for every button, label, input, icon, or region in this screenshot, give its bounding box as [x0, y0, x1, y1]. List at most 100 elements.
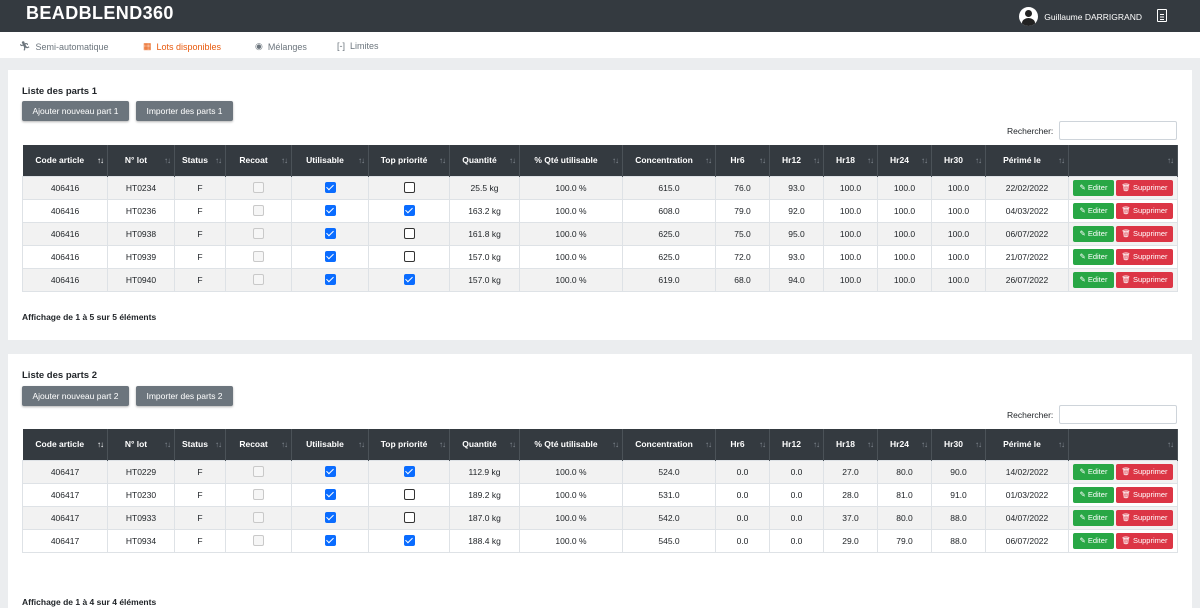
actions-cell: ✎ Editer 🗑︎ Supprimer — [1068, 221, 1178, 246]
column-header-concentration[interactable]: Concentration ↑↓ — [622, 429, 716, 460]
column-header-top-priorite[interactable]: Top priorité ↑↓ — [368, 429, 450, 460]
hr18-cell: 28.0 — [823, 482, 878, 507]
column-header-pct-qte-utilisable[interactable]: % Qté utilisable ↑↓ — [519, 429, 623, 460]
column-header-hr12[interactable]: Hr12 ↑↓ — [769, 145, 824, 176]
column-header-hr18[interactable]: Hr18 ↑↓ — [823, 429, 878, 460]
top-priorite-checkbox[interactable] — [403, 205, 415, 217]
delete-button[interactable]: 🗑︎ Supprimer — [1116, 532, 1173, 549]
delete-button[interactable]: 🗑︎ Supprimer — [1116, 486, 1173, 503]
column-label: Quantité — [462, 439, 497, 450]
column-header-hr6[interactable]: Hr6 ↑↓ — [715, 145, 770, 176]
top-priorite-checkbox[interactable] — [403, 466, 415, 478]
utilisable-checkbox[interactable] — [324, 228, 336, 240]
delete-button[interactable]: 🗑︎ Supprimer — [1116, 202, 1173, 219]
column-header-perime-le[interactable]: Périmé le ↑↓ — [985, 429, 1069, 460]
utilisable-checkbox[interactable] — [324, 251, 336, 263]
column-header-n-lot[interactable]: N° lot ↑↓ — [107, 145, 175, 176]
column-header-hr30[interactable]: Hr30 ↑↓ — [931, 145, 986, 176]
delete-button[interactable]: 🗑︎ Supprimer — [1116, 179, 1173, 196]
column-header-utilisable[interactable]: Utilisable ↑↓ — [291, 429, 369, 460]
edit-button[interactable]: ✎ Editer — [1073, 509, 1114, 526]
column-header-n-lot[interactable]: N° lot ↑↓ — [107, 429, 175, 460]
utilisable-checkbox[interactable] — [324, 205, 336, 217]
edit-button[interactable]: ✎ Editer — [1073, 532, 1114, 549]
edit-label: Editer — [1087, 490, 1108, 499]
column-header-code-article[interactable]: Code article ↑↓ — [22, 145, 108, 176]
edit-button[interactable]: ✎ Editer — [1073, 463, 1114, 480]
column-header-hr6[interactable]: Hr6 ↑↓ — [715, 429, 770, 460]
column-header-hr30[interactable]: Hr30 ↑↓ — [931, 429, 986, 460]
column-header-code-article[interactable]: Code article ↑↓ — [22, 429, 108, 460]
column-header-quantite[interactable]: Quantité ↑↓ — [449, 429, 520, 460]
delete-button[interactable]: 🗑︎ Supprimer — [1116, 271, 1173, 288]
utilisable-checkbox[interactable] — [324, 466, 336, 478]
add-part-1-button[interactable]: Ajouter nouveau part 1 — [22, 101, 129, 121]
delete-button[interactable]: 🗑︎ Supprimer — [1116, 509, 1173, 526]
search-input[interactable] — [1059, 405, 1177, 424]
utilisable-cell — [291, 267, 369, 292]
top-priorite-checkbox[interactable] — [403, 182, 415, 194]
sort-arrows-icon: ↑↓ — [281, 440, 288, 449]
top-priorite-checkbox[interactable] — [403, 535, 415, 547]
code-article-cell: 406417 — [22, 459, 108, 484]
edit-button[interactable]: ✎ Editer — [1073, 248, 1114, 265]
user-menu[interactable]: Guillaume DARRIGRAND — [1019, 7, 1142, 26]
brand-logo[interactable]: BEADBLEND360 — [26, 3, 174, 24]
edit-button[interactable]: ✎ Editer — [1073, 179, 1114, 196]
column-header-hr18[interactable]: Hr18 ↑↓ — [823, 145, 878, 176]
row-actions: ✎ Editer 🗑︎ Supprimer — [1073, 271, 1173, 288]
hr18-cell: 100.0 — [823, 221, 878, 246]
edit-label: Editer — [1087, 467, 1108, 476]
utilisable-checkbox[interactable] — [324, 489, 336, 501]
document-icon[interactable] — [1157, 9, 1167, 22]
tab-melanges[interactable]: ◉ Mélanges — [255, 41, 307, 52]
table-row: 406416 HT0938 F 161.8 kg 100.0 % 625.0 75.0 95.… — [22, 221, 1178, 246]
tab-limites[interactable]: [-] Limites — [337, 41, 379, 51]
running-person-icon: 🏃︎ — [19, 41, 31, 51]
column-header-hr12[interactable]: Hr12 ↑↓ — [769, 429, 824, 460]
top-priorite-checkbox[interactable] — [403, 251, 415, 263]
utilisable-checkbox[interactable] — [324, 512, 336, 524]
tab-lots-disponibles[interactable]: ▦ Lots disponibles — [143, 41, 221, 52]
delete-button[interactable]: 🗑︎ Supprimer — [1116, 248, 1173, 265]
column-header-perime-le[interactable]: Périmé le ↑↓ — [985, 145, 1069, 176]
column-header-status[interactable]: Status ↑↓ — [174, 145, 226, 176]
utilisable-checkbox[interactable] — [324, 535, 336, 547]
top-priorite-checkbox[interactable] — [403, 489, 415, 501]
edit-button[interactable]: ✎ Editer — [1073, 225, 1114, 242]
delete-button[interactable]: 🗑︎ Supprimer — [1116, 225, 1173, 242]
column-header-hr24[interactable]: Hr24 ↑↓ — [877, 429, 932, 460]
add-part-2-button[interactable]: Ajouter nouveau part 2 — [22, 386, 129, 406]
sort-arrows-icon: ↑↓ — [612, 440, 619, 449]
utilisable-checkbox[interactable] — [324, 182, 336, 194]
top-priorite-checkbox[interactable] — [403, 228, 415, 240]
utilisable-checkbox[interactable] — [324, 274, 336, 286]
column-header-hr24[interactable]: Hr24 ↑↓ — [877, 145, 932, 176]
edit-button[interactable]: ✎ Editer — [1073, 486, 1114, 503]
column-header-utilisable[interactable]: Utilisable ↑↓ — [291, 145, 369, 176]
utilisable-cell — [291, 244, 369, 269]
column-header-status[interactable]: Status ↑↓ — [174, 429, 226, 460]
column-header-recoat[interactable]: Recoat ↑↓ — [225, 429, 292, 460]
column-header-actions[interactable]: ↑↓ — [1068, 429, 1178, 460]
status-cell: F — [174, 267, 226, 292]
column-header-top-priorite[interactable]: Top priorité ↑↓ — [368, 145, 450, 176]
hr6-cell: 72.0 — [715, 244, 770, 269]
edit-button[interactable]: ✎ Editer — [1073, 271, 1114, 288]
tab-semi-automatique[interactable]: 🏃︎ Semi-automatique — [19, 41, 108, 52]
column-header-concentration[interactable]: Concentration ↑↓ — [622, 145, 716, 176]
search-input[interactable] — [1059, 121, 1177, 140]
column-header-quantite[interactable]: Quantité ↑↓ — [449, 145, 520, 176]
hr18-cell: 100.0 — [823, 198, 878, 223]
top-priorite-checkbox[interactable] — [403, 512, 415, 524]
import-parts-1-button[interactable]: Importer des parts 1 — [136, 101, 233, 121]
status-cell: F — [174, 244, 226, 269]
sort-arrows-icon: ↑↓ — [439, 440, 446, 449]
top-priorite-checkbox[interactable] — [403, 274, 415, 286]
column-header-actions[interactable]: ↑↓ — [1068, 145, 1178, 176]
import-parts-2-button[interactable]: Importer des parts 2 — [136, 386, 233, 406]
column-header-recoat[interactable]: Recoat ↑↓ — [225, 145, 292, 176]
delete-button[interactable]: 🗑︎ Supprimer — [1116, 463, 1173, 480]
column-header-pct-qte-utilisable[interactable]: % Qté utilisable ↑↓ — [519, 145, 623, 176]
edit-button[interactable]: ✎ Editer — [1073, 202, 1114, 219]
